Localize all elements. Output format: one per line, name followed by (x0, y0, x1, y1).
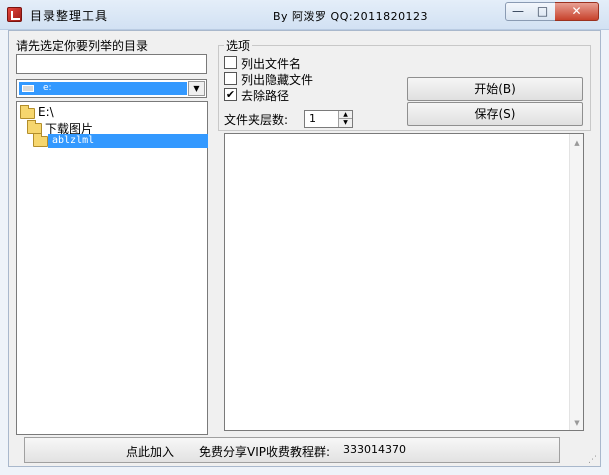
checkbox-remove-path[interactable]: ✔ 去除路径 (224, 87, 394, 103)
folder-icon (33, 133, 48, 147)
path-input[interactable] (16, 54, 207, 74)
tree-item-label: ablzlml (52, 135, 95, 146)
title-bar[interactable]: 目录整理工具 By 阿泼罗 QQ:2011820123 — □ ✕ (0, 0, 609, 30)
tree-item-root[interactable]: E:\ (20, 105, 170, 120)
folder-depth-stepper[interactable]: 1 ▲ ▼ (304, 110, 353, 128)
drive-label: e: (43, 83, 52, 93)
options-group-title: 选项 (224, 37, 253, 54)
output-textarea[interactable]: ▲ ▼ (224, 133, 584, 431)
save-button[interactable]: 保存(S) (407, 102, 583, 126)
app-icon (7, 7, 22, 22)
drive-select[interactable]: e: ▼ (16, 79, 207, 98)
window-author: By 阿泼罗 QQ:2011820123 (273, 10, 429, 23)
folder-open-icon (20, 105, 35, 119)
checkbox-label: 列出隐藏文件 (241, 73, 314, 87)
resize-grip-icon[interactable]: ⋰ (588, 455, 600, 467)
maximize-button[interactable]: □ (530, 2, 556, 21)
join-group-button[interactable]: 点此加入 免费分享VIP收费教程群: 333014370 (24, 437, 560, 463)
checkbox-label: 去除路径 (241, 89, 290, 103)
folder-depth-label: 文件夹层数: (224, 113, 289, 127)
drive-selected-value: e: (19, 82, 187, 95)
close-button[interactable]: ✕ (555, 2, 599, 21)
qq-number: 333014370 (343, 443, 406, 456)
check-icon[interactable]: ✔ (224, 88, 237, 101)
spin-down-icon[interactable]: ▼ (338, 119, 352, 127)
scroll-up-icon[interactable]: ▲ (570, 136, 584, 150)
choose-directory-label: 请先选定你要列举的目录 (16, 39, 149, 53)
chevron-down-icon[interactable]: ▼ (188, 81, 205, 96)
start-button[interactable]: 开始(B) (407, 77, 583, 101)
window-title: 目录整理工具 (30, 9, 109, 23)
tree-selection-highlight: ablzlml (48, 134, 208, 148)
checkbox-list-filenames[interactable]: 列出文件名 (224, 55, 394, 71)
tree-item-ablzlml[interactable]: ablzlml (33, 133, 209, 149)
scroll-down-icon[interactable]: ▼ (570, 416, 584, 430)
spin-up-icon[interactable]: ▲ (338, 111, 352, 119)
drive-icon (22, 85, 34, 92)
panel-splitter[interactable] (210, 36, 216, 436)
checkbox-list-hidden[interactable]: 列出隐藏文件 (224, 71, 394, 87)
vertical-scrollbar[interactable]: ▲ ▼ (569, 134, 583, 430)
minimize-button[interactable]: — (505, 2, 531, 21)
checkbox-box[interactable] (224, 72, 237, 85)
folder-depth-value: 1 (309, 112, 316, 125)
tree-item-downloads[interactable]: 下载图片 (27, 120, 197, 136)
checkbox-label: 列出文件名 (241, 57, 302, 71)
join-label: 点此加入 (126, 445, 175, 459)
tree-item-label: E:\ (38, 105, 54, 119)
directory-tree[interactable]: E:\ 下载图片 ablzlml (16, 101, 208, 435)
share-label: 免费分享VIP收费教程群: (199, 445, 331, 459)
checkbox-box[interactable] (224, 56, 237, 69)
